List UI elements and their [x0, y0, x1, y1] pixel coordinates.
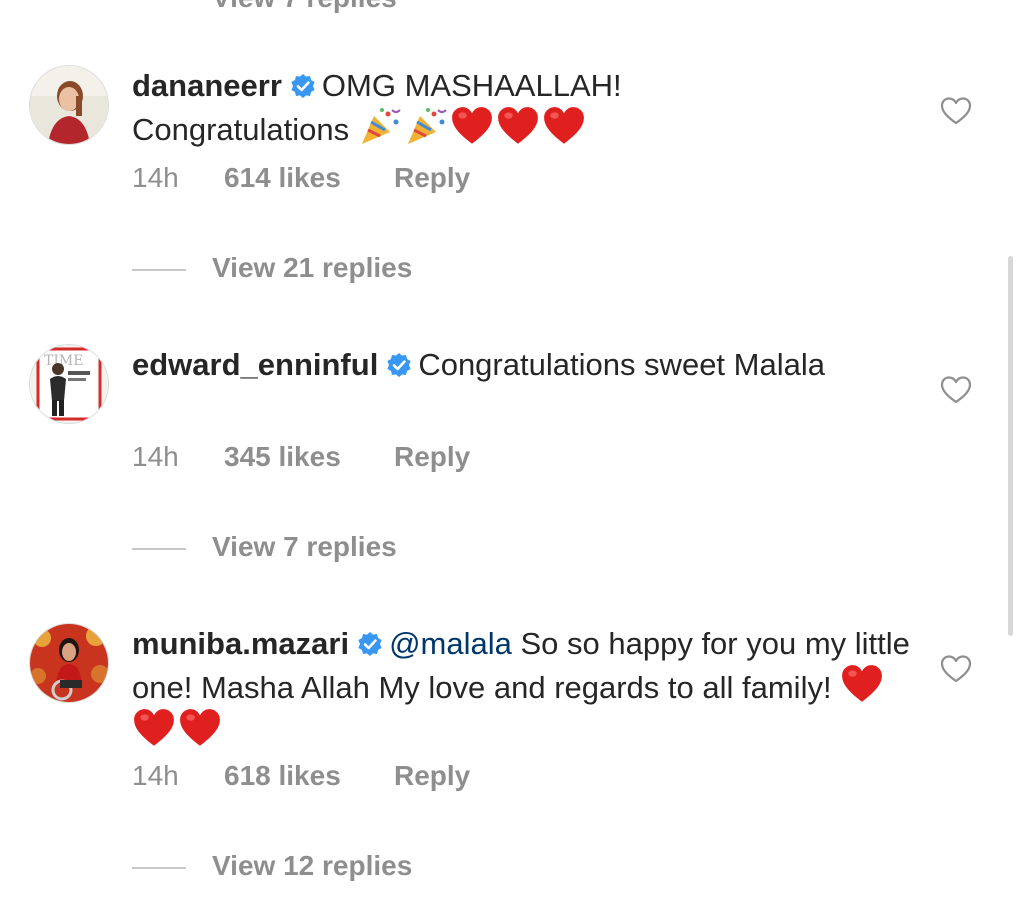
- red-heart-icon: [178, 708, 222, 748]
- comment-meta: 14h 345 likes Reply: [132, 441, 470, 473]
- red-heart-icon: [496, 106, 540, 146]
- view-replies-button[interactable]: View 12 replies: [132, 850, 412, 882]
- comment-time: 14h: [132, 760, 179, 791]
- like-heart-icon[interactable]: [940, 96, 972, 126]
- likes-count[interactable]: 345 likes: [224, 441, 394, 473]
- party-popper-icon: [404, 106, 448, 146]
- like-heart-icon[interactable]: [940, 375, 972, 405]
- view-replies-partial[interactable]: View 7 replies: [212, 0, 397, 14]
- avatar[interactable]: TIME: [30, 345, 108, 423]
- view-replies-label: View 12 replies: [212, 850, 413, 881]
- comment-text: OMG MASHAALLAH!: [321, 68, 622, 103]
- red-heart-icon: [542, 106, 586, 146]
- svg-text:TIME: TIME: [44, 353, 83, 369]
- comment-item: muniba.mazari @malala So so happy for yo…: [0, 624, 1024, 904]
- comment-meta: 14h 618 likes Reply: [132, 760, 470, 792]
- divider-line: [132, 866, 186, 869]
- comment-time: 14h: [132, 441, 179, 472]
- view-replies-label: View 21 replies: [212, 252, 413, 283]
- comment-time: 14h: [132, 162, 179, 193]
- divider-line: [132, 547, 186, 550]
- avatar[interactable]: [30, 624, 108, 702]
- comment-text: Congratulations: [132, 112, 350, 147]
- red-heart-icon: [840, 664, 884, 704]
- mention-link[interactable]: @malala: [389, 626, 512, 661]
- party-popper-icon: [358, 106, 402, 146]
- red-heart-icon: [450, 106, 494, 146]
- comment-username[interactable]: muniba.mazari: [132, 626, 349, 661]
- comment-username[interactable]: dananeerr: [132, 68, 282, 103]
- comment-body: muniba.mazari @malala So so happy for yo…: [132, 624, 912, 752]
- comment-item: TIME edward_enninful Congratulations swe…: [0, 345, 1024, 625]
- verified-badge-icon: [357, 631, 383, 657]
- comment-item: dananeerr OMG MASHAALLAH! Congratulation…: [0, 66, 1024, 346]
- verified-badge-icon: [290, 73, 316, 99]
- likes-count[interactable]: 614 likes: [224, 162, 394, 194]
- reply-button[interactable]: Reply: [394, 162, 470, 194]
- divider-line: [132, 268, 186, 271]
- comment-body: edward_enninful Congratulations sweet Ma…: [132, 345, 912, 385]
- like-heart-icon[interactable]: [940, 654, 972, 684]
- red-heart-icon: [132, 708, 176, 748]
- verified-badge-icon: [386, 352, 412, 378]
- view-replies-button[interactable]: View 7 replies: [132, 531, 397, 563]
- comment-meta: 14h 614 likes Reply: [132, 162, 470, 194]
- reply-button[interactable]: Reply: [394, 760, 470, 792]
- comment-username[interactable]: edward_enninful: [132, 347, 378, 382]
- comment-text: Congratulations sweet Malala: [418, 347, 825, 382]
- comment-body: dananeerr OMG MASHAALLAH! Congratulation…: [132, 66, 912, 150]
- reply-button[interactable]: Reply: [394, 441, 470, 473]
- view-replies-button[interactable]: View 21 replies: [132, 252, 412, 284]
- view-replies-label: View 7 replies: [212, 531, 397, 562]
- likes-count[interactable]: 618 likes: [224, 760, 394, 792]
- avatar[interactable]: [30, 66, 108, 144]
